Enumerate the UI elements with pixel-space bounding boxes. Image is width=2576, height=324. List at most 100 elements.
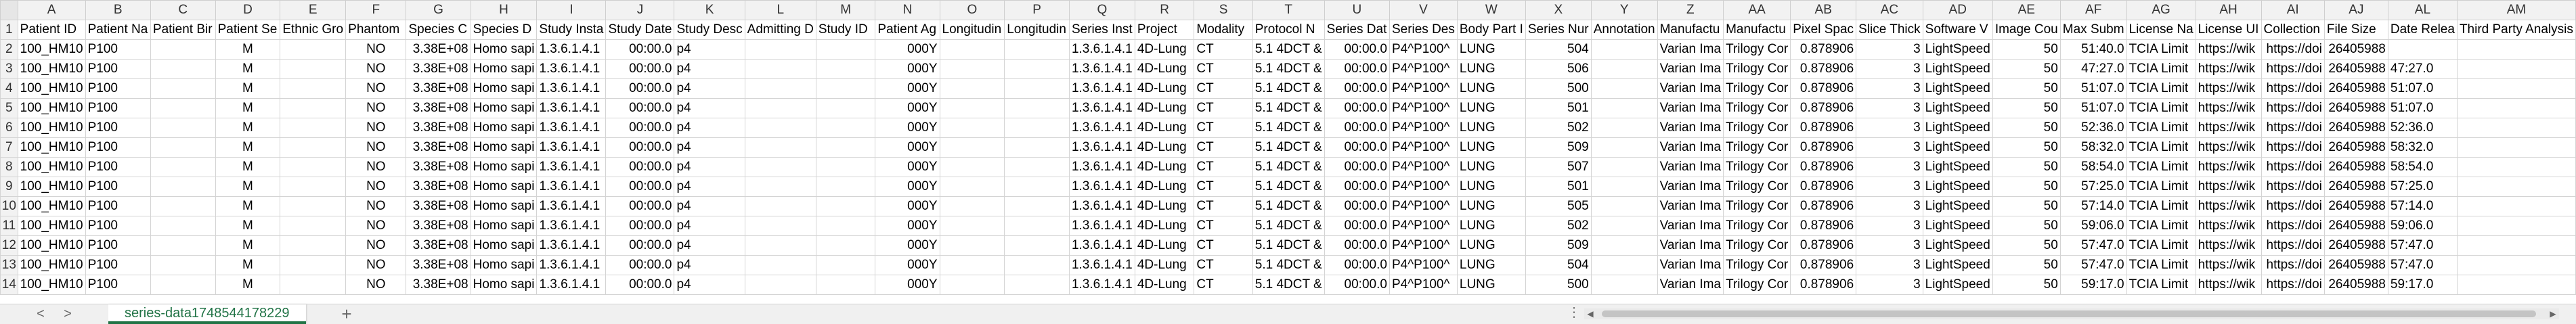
cell[interactable]: P100	[85, 98, 151, 118]
cell[interactable]: 1.3.6.1.4.1	[1068, 235, 1135, 256]
cell[interactable]	[939, 59, 1005, 79]
cell[interactable]: p4	[674, 39, 745, 60]
cell[interactable]	[744, 216, 816, 236]
column-header-l[interactable]: L	[744, 0, 816, 20]
cell[interactable]: 00:00.0	[605, 216, 675, 236]
cell[interactable]: 3	[1856, 235, 1923, 256]
cell[interactable]: 3	[1856, 39, 1923, 60]
cell[interactable]: 26405988	[2323, 137, 2388, 158]
column-header-ac[interactable]: AC	[1856, 0, 1923, 20]
column-header-af[interactable]: AF	[2059, 0, 2127, 20]
cell[interactable]: p4	[674, 78, 745, 99]
cell[interactable]: 4D-Lung	[1134, 255, 1195, 275]
cell[interactable]: 58:32.0	[2059, 137, 2127, 158]
cell[interactable]: Patient Na	[85, 20, 151, 40]
cell[interactable]: Homo sapi	[470, 255, 538, 275]
cell[interactable]	[1590, 157, 1658, 177]
cell[interactable]: Modality	[1194, 20, 1253, 40]
cell[interactable]	[2456, 216, 2576, 236]
cell[interactable]: 3	[1856, 137, 1923, 158]
cell[interactable]: Homo sapi	[470, 39, 538, 60]
column-header-m[interactable]: M	[815, 0, 876, 20]
cell[interactable]: Species D	[470, 20, 538, 40]
cell[interactable]: P4^P100^	[1389, 118, 1458, 138]
cell[interactable]: Protocol N	[1252, 20, 1325, 40]
cell[interactable]: 1.3.6.1.4.1	[1068, 177, 1135, 197]
cell[interactable]	[1590, 137, 1658, 158]
cell[interactable]: 00:00.0	[605, 235, 675, 256]
cell[interactable]: P4^P100^	[1389, 235, 1458, 256]
cell[interactable]	[1004, 177, 1070, 197]
cell[interactable]	[939, 255, 1005, 275]
cell[interactable]: 0.878906	[1790, 39, 1857, 60]
cell[interactable]: 504	[1525, 255, 1592, 275]
cell[interactable]	[1004, 39, 1070, 60]
cell[interactable]: 000Y	[875, 216, 940, 236]
cell[interactable]: Pixel Spac	[1790, 20, 1857, 40]
cell[interactable]: 50	[1992, 78, 2061, 99]
cell[interactable]: 000Y	[875, 59, 940, 79]
cell[interactable]: 502	[1525, 118, 1592, 138]
cell[interactable]: 000Y	[875, 275, 940, 295]
cell[interactable]: TCIA Limit	[2126, 59, 2196, 79]
column-header-g[interactable]: G	[406, 0, 471, 20]
cell[interactable]	[939, 118, 1005, 138]
cell[interactable]: CT	[1194, 59, 1253, 79]
column-header-u[interactable]: U	[1324, 0, 1390, 20]
cell[interactable]	[815, 39, 876, 60]
cell[interactable]: 26405988	[2323, 196, 2388, 216]
cell[interactable]: 100_HM10	[17, 177, 86, 197]
cell[interactable]: Trilogy Cor	[1723, 196, 1791, 216]
cell[interactable]: 00:00.0	[605, 98, 675, 118]
cell[interactable]: P4^P100^	[1389, 137, 1458, 158]
cell[interactable]: TCIA Limit	[2126, 255, 2196, 275]
cell[interactable]: Annotation	[1590, 20, 1658, 40]
column-header-ab[interactable]: AB	[1790, 0, 1857, 20]
cell[interactable]: CT	[1194, 137, 1253, 158]
cell[interactable]: TCIA Limit	[2126, 78, 2196, 99]
cell[interactable]	[815, 235, 876, 256]
cell[interactable]: Homo sapi	[470, 98, 538, 118]
cell[interactable]: 0.878906	[1790, 137, 1857, 158]
cell[interactable]: 100_HM10	[17, 59, 86, 79]
cell[interactable]: 5.1 4DCT &	[1252, 59, 1325, 79]
cell[interactable]: p4	[674, 98, 745, 118]
cell[interactable]: LightSpeed	[1922, 39, 1993, 60]
add-sheet-button[interactable]: +	[335, 304, 358, 324]
row-header[interactable]: 4	[0, 78, 18, 99]
cell[interactable]: 1.3.6.1.4.1	[536, 275, 607, 295]
cell[interactable]: 5.1 4DCT &	[1252, 196, 1325, 216]
cell[interactable]	[815, 137, 876, 158]
cell[interactable]	[815, 157, 876, 177]
cell[interactable]: 57:47.0	[2387, 235, 2458, 256]
cell[interactable]: License UI	[2195, 20, 2262, 40]
cell[interactable]: M	[215, 118, 281, 138]
cell[interactable]: 5.1 4DCT &	[1252, 78, 1325, 99]
cell[interactable]	[744, 196, 816, 216]
cell[interactable]	[280, 196, 347, 216]
cell[interactable]: 47:27.0	[2387, 59, 2458, 79]
cell[interactable]: CT	[1194, 196, 1253, 216]
cell[interactable]: 1.3.6.1.4.1	[1068, 78, 1135, 99]
cell[interactable]: 00:00.0	[1324, 196, 1390, 216]
cell[interactable]: License Na	[2126, 20, 2196, 40]
cell[interactable]: https://doi	[2261, 137, 2325, 158]
cell[interactable]	[815, 118, 876, 138]
cell[interactable]: LUNG	[1456, 137, 1526, 158]
cell[interactable]: NO	[345, 255, 407, 275]
cell[interactable]: Manufactu	[1657, 20, 1724, 40]
cell[interactable]: 5.1 4DCT &	[1252, 98, 1325, 118]
cell[interactable]: Longitudin	[939, 20, 1005, 40]
cell[interactable]: 26405988	[2323, 59, 2388, 79]
cell[interactable]: 000Y	[875, 255, 940, 275]
cell[interactable]: https://wik	[2195, 275, 2262, 295]
cell[interactable]: LightSpeed	[1922, 275, 1993, 295]
cell[interactable]: LightSpeed	[1922, 98, 1993, 118]
cell[interactable]: 59:17.0	[2059, 275, 2127, 295]
cell[interactable]: 26405988	[2323, 216, 2388, 236]
cell[interactable]: https://wik	[2195, 216, 2262, 236]
cell[interactable]: LUNG	[1456, 255, 1526, 275]
cell[interactable]	[150, 78, 216, 99]
cell[interactable]	[744, 98, 816, 118]
cell[interactable]: https://wik	[2195, 157, 2262, 177]
